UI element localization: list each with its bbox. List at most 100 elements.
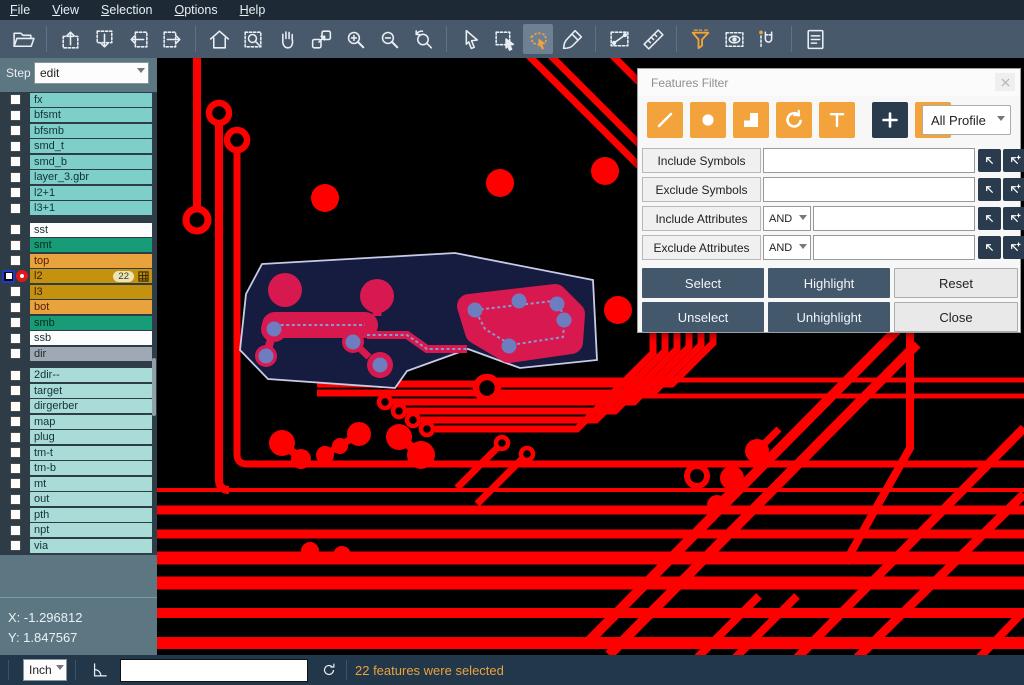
layer-row-smb[interactable]: smb [0,315,157,331]
menu-help[interactable]: Help [240,3,266,17]
layer-checkbox[interactable] [10,302,21,313]
include-attributes-input[interactable] [813,206,975,231]
layer-name[interactable]: 2dir-- [30,368,152,382]
units-dropdown[interactable]: Inch [23,659,67,681]
layer-checkbox[interactable] [10,141,21,152]
layer-name[interactable]: target [30,384,152,398]
measure-line-icon[interactable] [604,24,634,54]
pick-add-attribute-icon[interactable] [1003,207,1024,230]
zoom-previous-icon[interactable] [408,24,438,54]
pick-symbol-icon[interactable] [978,149,1001,172]
exclude-symbols-button[interactable]: Exclude Symbols [642,177,761,202]
layer-row-dirgerber[interactable]: dirgerber [0,399,157,415]
menu-options[interactable]: Options [174,3,217,17]
include-symbols-button[interactable]: Include Symbols [642,148,761,173]
layer-checkbox[interactable] [10,317,21,328]
select-brush-icon[interactable] [557,24,587,54]
layer-checkbox[interactable] [10,187,21,198]
layer-name[interactable]: l222 [30,269,152,283]
layer-checkbox[interactable] [10,494,21,505]
layer-checkbox[interactable] [10,370,21,381]
pick-attribute-icon[interactable] [978,207,1001,230]
notes-list-icon[interactable] [800,24,830,54]
refresh-icon[interactable] [320,661,338,679]
layer-row-tm-b[interactable]: tm-b [0,461,157,477]
open-folder-icon[interactable] [8,24,38,54]
profile-dropdown[interactable]: All Profile [922,105,1011,135]
layer-name[interactable]: sst [30,223,152,237]
layer-checkbox[interactable] [10,401,21,412]
text-tool-icon[interactable] [819,102,855,138]
layer-row-npt[interactable]: npt [0,523,157,539]
layer-checkbox[interactable] [10,416,21,427]
layer-checkbox[interactable] [10,172,21,183]
layer-row-bfsmt[interactable]: bfsmt [0,108,157,124]
pan-right-icon[interactable] [157,24,187,54]
layer-name[interactable]: tm-b [30,461,152,475]
exclude-attributes-input[interactable] [813,235,975,260]
layer-row-l2[interactable]: l222 [0,269,157,285]
layer-row-out[interactable]: out [0,492,157,508]
layer-name[interactable]: smd_b [30,155,152,169]
pan-hand-icon[interactable] [272,24,302,54]
menu-file[interactable]: File [10,3,30,17]
layer-row-dir[interactable]: dir [0,346,157,362]
layer-name[interactable]: pth [30,508,152,522]
layer-checkbox[interactable] [10,224,21,235]
layer-row-sst[interactable]: sst [0,222,157,238]
step-dropdown[interactable]: edit [34,62,149,84]
layer-row-bfsmb[interactable]: bfsmb [0,123,157,139]
filter-icon[interactable] [685,24,715,54]
pick-symbol-icon[interactable] [978,178,1001,201]
layer-row-l3[interactable]: l3 [0,284,157,300]
pad-tool-icon[interactable] [690,102,726,138]
layer-checkbox[interactable] [10,110,21,121]
angle-measure-icon[interactable] [90,660,110,680]
layer-name[interactable]: dirgerber [30,399,152,413]
layer-row-top[interactable]: top [0,253,157,269]
view-features-icon[interactable] [719,24,749,54]
layer-checkbox[interactable] [10,385,21,396]
layer-name[interactable]: ssb [30,331,152,345]
home-icon[interactable] [204,24,234,54]
zoom-in-icon[interactable] [340,24,370,54]
dialog-titlebar[interactable]: Features Filter [638,69,1020,96]
include-attributes-logic-dropdown[interactable]: AND [763,206,811,231]
layer-name[interactable]: map [30,415,152,429]
layer-name[interactable]: bfsmt [30,108,152,122]
select-polygon-icon[interactable] [523,24,553,54]
line-tool-icon[interactable] [647,102,683,138]
pan-left-icon[interactable] [123,24,153,54]
layer-checkbox[interactable] [10,240,21,251]
include-symbols-input[interactable] [763,148,975,173]
layer-list-scrollbar[interactable] [152,358,156,416]
pan-down-icon[interactable] [89,24,119,54]
layer-name[interactable]: layer_3.gbr [30,170,152,184]
layer-row-layer_3.gbr[interactable]: layer_3.gbr [0,170,157,186]
layer-name[interactable]: smb [30,316,152,330]
exclude-symbols-input[interactable] [763,177,975,202]
layer-name[interactable]: mt [30,477,152,491]
layer-name[interactable]: fx [30,93,152,107]
pick-add-symbol-icon[interactable] [1003,149,1024,172]
close-button[interactable]: Close [894,302,1018,332]
menu-selection[interactable]: Selection [101,3,152,17]
layer-checkbox[interactable] [10,286,21,297]
layer-checkbox[interactable] [2,270,15,283]
layer-checkbox[interactable] [10,540,21,551]
snap-icon[interactable] [753,24,783,54]
arc-tool-icon[interactable] [776,102,812,138]
layer-checkbox[interactable] [10,525,21,536]
zoom-window-icon[interactable] [238,24,268,54]
layer-name[interactable]: bot [30,300,152,314]
layer-row-2dir--[interactable]: 2dir-- [0,368,157,384]
layer-checkbox[interactable] [10,125,21,136]
layer-row-smd_b[interactable]: smd_b [0,154,157,170]
layer-name[interactable]: bfsmb [30,124,152,138]
layer-checkbox[interactable] [10,447,21,458]
layer-checkbox[interactable] [10,203,21,214]
layer-name[interactable]: l2+1 [30,186,152,200]
exclude-attributes-logic-dropdown[interactable]: AND [763,235,811,260]
reset-button[interactable]: Reset [894,268,1018,298]
layer-name[interactable]: l3 [30,285,152,299]
